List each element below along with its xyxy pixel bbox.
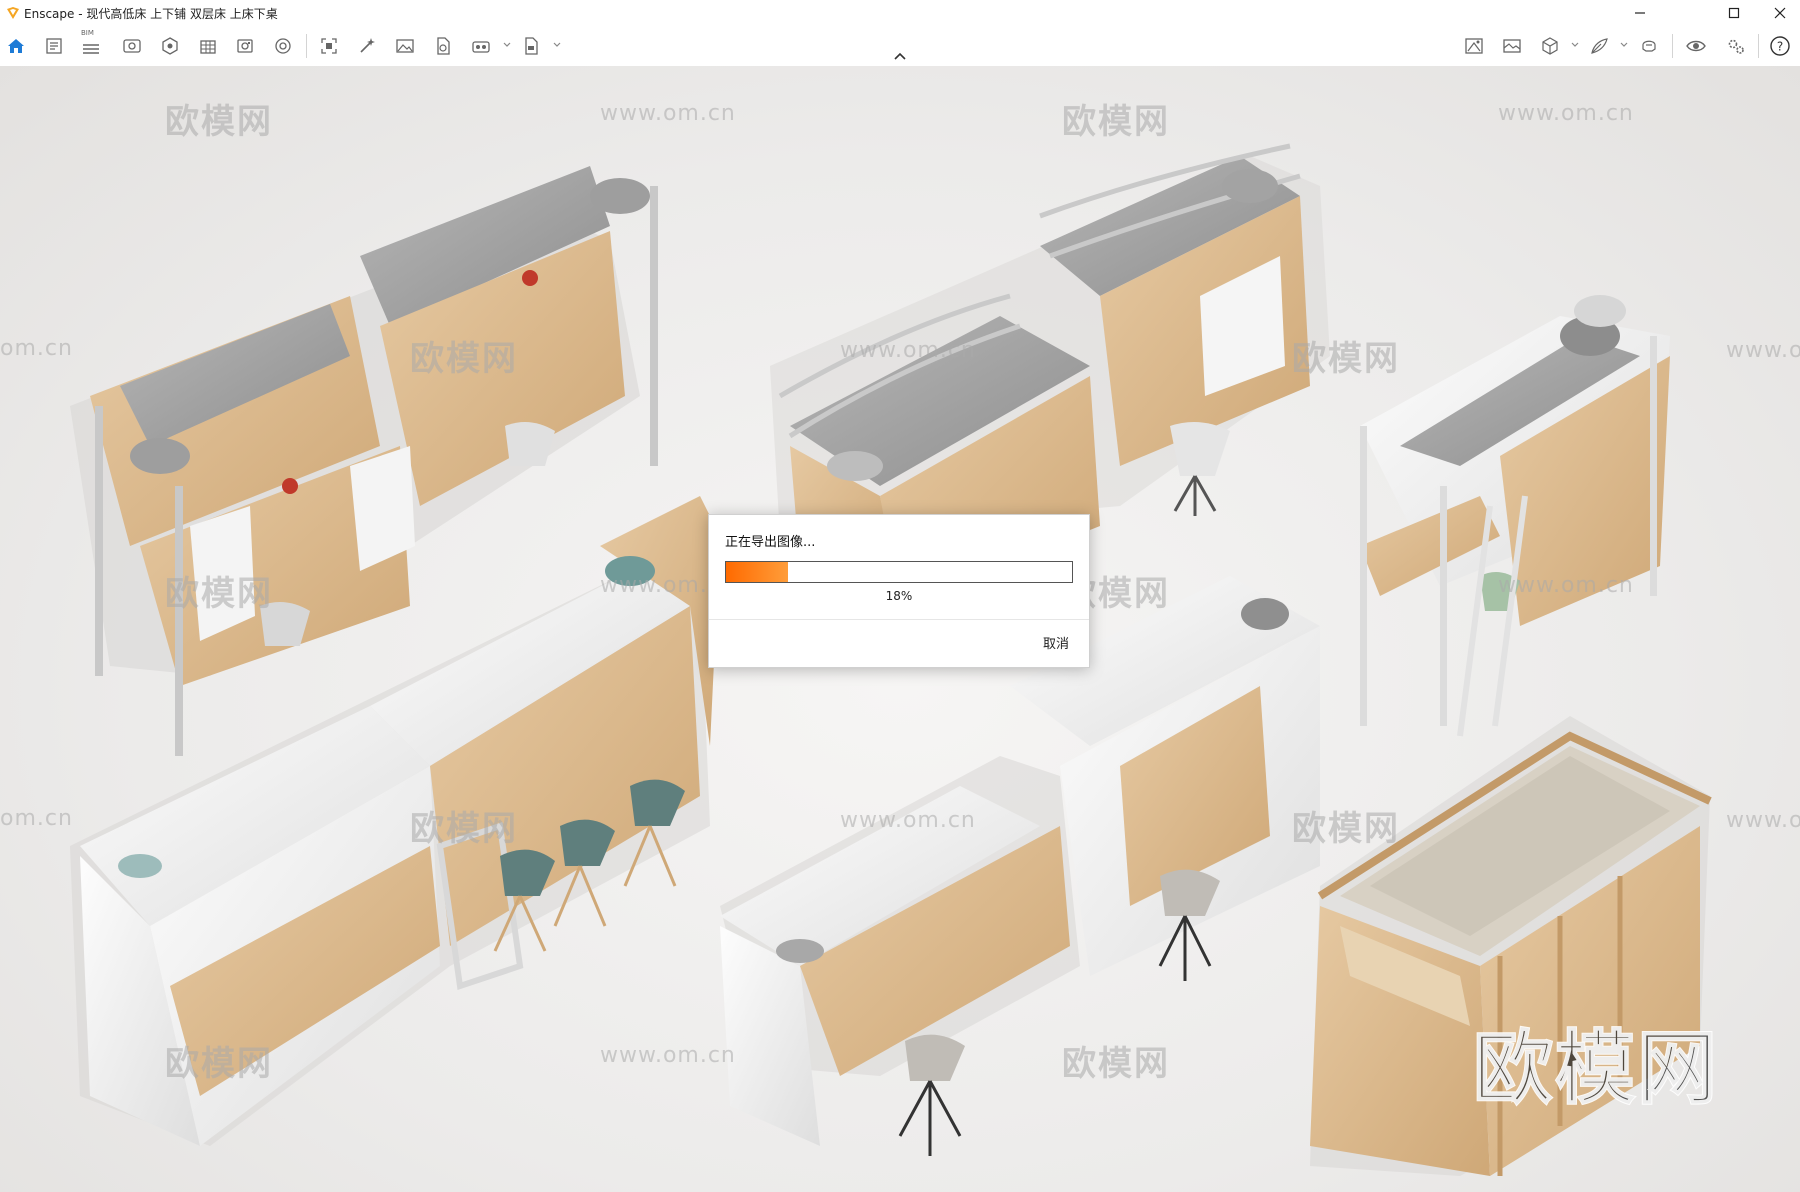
maximize-icon: [1728, 7, 1740, 19]
cancel-button[interactable]: 取消: [1043, 633, 1069, 652]
watermark-site-name: 欧模网: [1292, 809, 1400, 849]
cube-dropdown-chevron-icon[interactable]: [1571, 42, 1579, 48]
export-exe-button[interactable]: [519, 34, 543, 58]
watermark-url-fragment: om.cn: [0, 806, 73, 831]
view-icon: [162, 37, 178, 55]
settings-button[interactable]: [1724, 34, 1748, 58]
watermark-url: www.om.cn: [840, 808, 976, 833]
title-bar: Enscape - 现代高低床 上下铺 双层床 上床下桌: [0, 0, 1800, 26]
cube-icon: [1542, 37, 1558, 55]
svg-text:?: ?: [1777, 40, 1783, 54]
bim-button[interactable]: BIM: [79, 29, 103, 58]
watermark-url-fragment: om.cn: [0, 336, 73, 361]
maximize-button[interactable]: [1714, 0, 1754, 26]
watermark-url-fragment: www.om.cn: [1726, 808, 1800, 833]
vr-headset-button[interactable]: [1637, 34, 1661, 58]
export-dropdown-chevron-icon[interactable]: [503, 42, 511, 48]
capture-icon: [321, 38, 337, 54]
document-button[interactable]: [42, 34, 66, 58]
upload-icon: [437, 37, 450, 55]
window-title: Enscape - 现代高低床 上下铺 双层床 上床下桌: [24, 7, 278, 21]
enscape-logo-icon: [6, 5, 20, 24]
view-button[interactable]: [158, 34, 182, 58]
export-exe-dropdown-chevron-icon[interactable]: [553, 42, 561, 48]
watermark-url: www.om.cn: [600, 1043, 736, 1068]
bed-unit-top-right: [1360, 295, 1670, 737]
large-watermark-logo: 欧模网: [1472, 1021, 1719, 1116]
batch-render-icon: [360, 38, 375, 53]
building-button[interactable]: [233, 34, 257, 58]
export-progress-bar: [725, 561, 1073, 583]
gallery-icon: [396, 39, 414, 53]
material-icon: [200, 40, 216, 54]
watermark-site-name: 欧模网: [410, 809, 518, 849]
panorama-button[interactable]: [1462, 34, 1486, 58]
help-button[interactable]: ?: [1768, 34, 1792, 58]
sun-button[interactable]: [120, 34, 144, 58]
watermark-url: www.om.cn: [600, 101, 736, 126]
settings-icon: [1728, 39, 1744, 54]
export-button[interactable]: [469, 34, 493, 58]
material-button[interactable]: [196, 34, 220, 58]
bim-label: BIM: [81, 29, 94, 37]
minimize-button[interactable]: [1620, 0, 1660, 26]
watermark-site-name: 欧模网: [1292, 339, 1400, 379]
plant-icon: [1591, 38, 1608, 54]
watermark-site-name: 欧模网: [410, 339, 518, 379]
watermark-site-name: 欧模网: [1062, 1044, 1170, 1084]
watermark-site-name: 欧模网: [165, 102, 273, 142]
watermark-url: www.om.cn: [840, 338, 976, 363]
close-icon: [1774, 7, 1786, 19]
help-icon: ?: [1770, 36, 1790, 56]
dialog-divider: [709, 619, 1089, 620]
home-icon: [8, 39, 24, 53]
watermark-site-name: 欧模网: [165, 574, 273, 614]
watermark-site-name: 欧模网: [1062, 102, 1170, 142]
progress-percentage: 18%: [885, 589, 913, 603]
bim-icon: [83, 44, 99, 54]
capture-button[interactable]: [317, 34, 341, 58]
collapse-toolbar-chevron-icon[interactable]: [892, 52, 908, 62]
sun-icon: [123, 39, 141, 53]
progress-fill: [726, 562, 789, 582]
watermark-url: www.om.cn: [1498, 573, 1634, 598]
image-icon: [1503, 39, 1521, 53]
export-progress-dialog: 正在导出图像... 18% 取消: [708, 514, 1090, 668]
plant-dropdown-chevron-icon[interactable]: [1620, 42, 1628, 48]
eye-icon: [1686, 40, 1706, 52]
building-icon: [237, 39, 253, 53]
batch-render-button[interactable]: [355, 34, 379, 58]
image-button[interactable]: [1500, 34, 1524, 58]
cube-button[interactable]: [1538, 34, 1562, 58]
watermark-site-name: 欧模网: [165, 1044, 273, 1084]
vr-headset-icon: [1642, 40, 1656, 52]
close-button[interactable]: [1760, 0, 1800, 26]
watermark-url-fragment: www.om.cn: [1726, 338, 1800, 363]
document-icon: [46, 38, 62, 54]
plant-button[interactable]: [1587, 34, 1611, 58]
dialog-title: 正在导出图像...: [725, 535, 816, 550]
export-exe-icon: [525, 37, 538, 55]
export-icon: [472, 41, 490, 53]
watermark-url: www.om.cn: [1498, 101, 1634, 126]
upload-button[interactable]: [431, 34, 455, 58]
gallery-button[interactable]: [393, 34, 417, 58]
home-button[interactable]: [4, 34, 28, 58]
eye-button[interactable]: [1684, 34, 1708, 58]
vr-icon: [275, 38, 291, 54]
minimize-icon: [1635, 12, 1645, 14]
vr-button[interactable]: [271, 34, 295, 58]
panorama-icon: [1465, 38, 1483, 54]
